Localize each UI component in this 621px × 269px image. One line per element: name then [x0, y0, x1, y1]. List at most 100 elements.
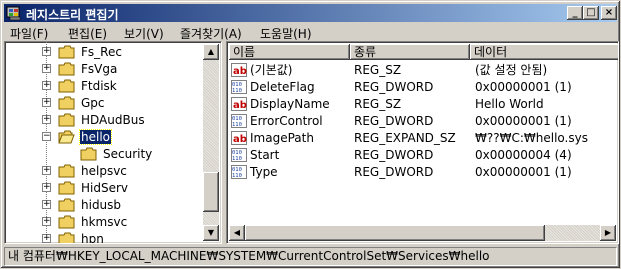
tree-item-label: hkmsvc — [81, 215, 128, 229]
tree-item-label: hidusb — [81, 198, 122, 212]
key-tree-pane[interactable]: + Fs_Rec + FsVga + Ftdisk + Gpc + HDAudB… — [4, 41, 222, 244]
folder-icon — [58, 96, 75, 110]
expand-toggle[interactable]: + — [42, 183, 51, 192]
svg-text:ab: ab — [233, 134, 247, 145]
list-header: 이름 종류 데이터 — [229, 44, 618, 60]
value-name: ImagePath — [250, 131, 314, 145]
value-name: ErrorControl — [250, 114, 323, 128]
scroll-thumb[interactable] — [203, 172, 219, 212]
menu-help[interactable]: 도움말(H) — [260, 25, 312, 42]
tree-item-label: Gpc — [81, 96, 105, 110]
value-type: REG_SZ — [354, 97, 402, 111]
open-folder-icon — [58, 130, 75, 144]
folder-icon — [58, 232, 75, 243]
tree-item-hello[interactable]: − hello — [5, 129, 201, 145]
values-list-pane[interactable]: 이름 종류 데이터 ab (기본값) REG_SZ (값 설정 안됨) 010 1… — [226, 41, 619, 244]
binary-value-icon: 010110 — [231, 114, 247, 128]
expand-toggle[interactable]: + — [42, 200, 51, 209]
value-row[interactable]: 010 110 Type REG_DWORD 0x00000001 (1) — [229, 164, 600, 180]
expand-toggle[interactable]: + — [42, 234, 51, 243]
column-header-name[interactable]: 이름 — [229, 44, 350, 60]
tree-item-hpn[interactable]: + hpn — [5, 231, 201, 244]
value-name: (기본값) — [250, 63, 293, 77]
menu-bar: 파일(F) 편집(E) 보기(V) 즐겨찾기(A) 도움말(H) — [4, 23, 617, 41]
column-header-type[interactable]: 종류 — [350, 44, 470, 60]
menu-edit[interactable]: 편집(E) — [68, 25, 107, 42]
tree-item-fsvga[interactable]: + FsVga — [5, 61, 201, 77]
tree-item-hidusb[interactable]: + hidusb — [5, 197, 201, 213]
value-data: ₩??₩C:₩hello.sys — [475, 131, 588, 145]
svg-text:ab: ab — [233, 66, 247, 77]
binary-value-icon: 010110 — [231, 148, 247, 162]
value-data: 0x00000001 (1) — [475, 114, 572, 128]
value-row[interactable]: ab DisplayName REG_SZ Hello World — [229, 96, 600, 112]
value-name: DeleteFlag — [250, 80, 315, 94]
scroll-right-arrow-icon[interactable]: ▶ — [600, 225, 616, 241]
tree-item-hdaudbus[interactable]: + HDAudBus — [5, 112, 201, 128]
expand-toggle[interactable]: + — [42, 64, 51, 73]
tree-item-hidserv[interactable]: + HidServ — [5, 180, 201, 196]
tree-item-label: helpsvc — [81, 164, 127, 178]
value-name: DisplayName — [250, 97, 330, 111]
expand-toggle[interactable]: + — [42, 81, 51, 90]
collapse-toggle[interactable]: − — [42, 132, 51, 141]
value-data: 0x00000001 (1) — [475, 80, 572, 94]
value-row[interactable]: 010 110 ErrorControl REG_DWORD 0x00000001… — [229, 113, 600, 129]
value-row[interactable]: ab (기본값) REG_SZ (값 설정 안됨) — [229, 62, 600, 78]
svg-text:110: 110 — [232, 156, 242, 162]
folder-icon — [80, 147, 97, 161]
expand-toggle[interactable]: + — [42, 47, 51, 56]
tree-item-gpc[interactable]: + Gpc — [5, 95, 201, 111]
value-name: Type — [250, 165, 278, 179]
expand-toggle[interactable]: + — [42, 115, 51, 124]
value-type: REG_SZ — [354, 63, 402, 77]
tree-item-label: FsVga — [81, 62, 118, 76]
tree-item-fs-rec[interactable]: + Fs_Rec — [5, 44, 201, 60]
tree-item-helpsvc[interactable]: + helpsvc — [5, 163, 201, 179]
menu-file[interactable]: 파일(F) — [10, 25, 48, 42]
regedit-window: 레지스트리 편집기 _ □ × 파일(F) 편집(E) 보기(V) 즐겨찾기(A… — [0, 0, 621, 269]
column-header-data[interactable]: 데이터 — [470, 44, 618, 60]
expand-toggle[interactable]: + — [42, 166, 51, 175]
regedit-app-icon[interactable] — [6, 5, 22, 21]
list-horizontal-scrollbar[interactable]: ◀ ▶ — [229, 225, 616, 241]
scroll-down-arrow-icon[interactable]: ▼ — [203, 225, 219, 241]
folder-icon — [58, 62, 75, 76]
tree-item-ftdisk[interactable]: + Ftdisk — [5, 78, 201, 94]
scroll-left-arrow-icon[interactable]: ◀ — [229, 225, 245, 241]
title-bar[interactable]: 레지스트리 편집기 _ □ × — [4, 4, 617, 22]
tree-item-security[interactable]: Security — [5, 146, 201, 162]
folder-icon — [58, 198, 75, 212]
value-type: REG_DWORD — [354, 80, 434, 94]
minimize-button[interactable]: _ — [567, 6, 583, 20]
svg-text:110: 110 — [232, 122, 242, 128]
tree-item-label: HDAudBus — [81, 113, 145, 127]
svg-text:ab: ab — [233, 100, 247, 111]
string-value-icon: ab — [231, 63, 247, 77]
tree-item-hkmsvc[interactable]: + hkmsvc — [5, 214, 201, 230]
value-row[interactable]: 010 110 Start REG_DWORD 0x00000004 (4) — [229, 147, 600, 163]
maximize-button[interactable]: □ — [583, 6, 599, 20]
value-data: 0x00000001 (1) — [475, 165, 572, 179]
menu-view[interactable]: 보기(V) — [124, 25, 164, 42]
close-button[interactable]: × — [601, 6, 617, 20]
tree-item-label: hpn — [81, 232, 104, 244]
value-data: 0x00000004 (4) — [475, 148, 572, 162]
tree-vertical-scrollbar[interactable]: ▲ ▼ — [203, 44, 219, 241]
menu-favorites[interactable]: 즐겨찾기(A) — [180, 25, 242, 42]
expand-toggle[interactable]: + — [42, 217, 51, 226]
tree-item-label: hello — [79, 129, 112, 145]
expand-toggle[interactable]: + — [42, 98, 51, 107]
folder-icon — [58, 164, 75, 178]
value-row[interactable]: ab ImagePath REG_EXPAND_SZ ₩??₩C:₩hello.… — [229, 130, 600, 146]
status-bar-path: 내 컴퓨터₩HKEY_LOCAL_MACHINE₩SYSTEM₩CurrentC… — [4, 247, 617, 266]
string-value-icon: ab — [231, 131, 247, 145]
value-type: REG_DWORD — [354, 165, 434, 179]
scroll-up-arrow-icon[interactable]: ▲ — [203, 44, 219, 60]
value-type: REG_DWORD — [354, 148, 434, 162]
svg-text:110: 110 — [232, 173, 242, 179]
window-title: 레지스트리 편집기 — [26, 8, 119, 22]
folder-icon — [58, 113, 75, 127]
value-row[interactable]: 010 110 DeleteFlag REG_DWORD 0x00000001 (… — [229, 79, 600, 95]
scroll-thumb[interactable] — [245, 225, 545, 241]
